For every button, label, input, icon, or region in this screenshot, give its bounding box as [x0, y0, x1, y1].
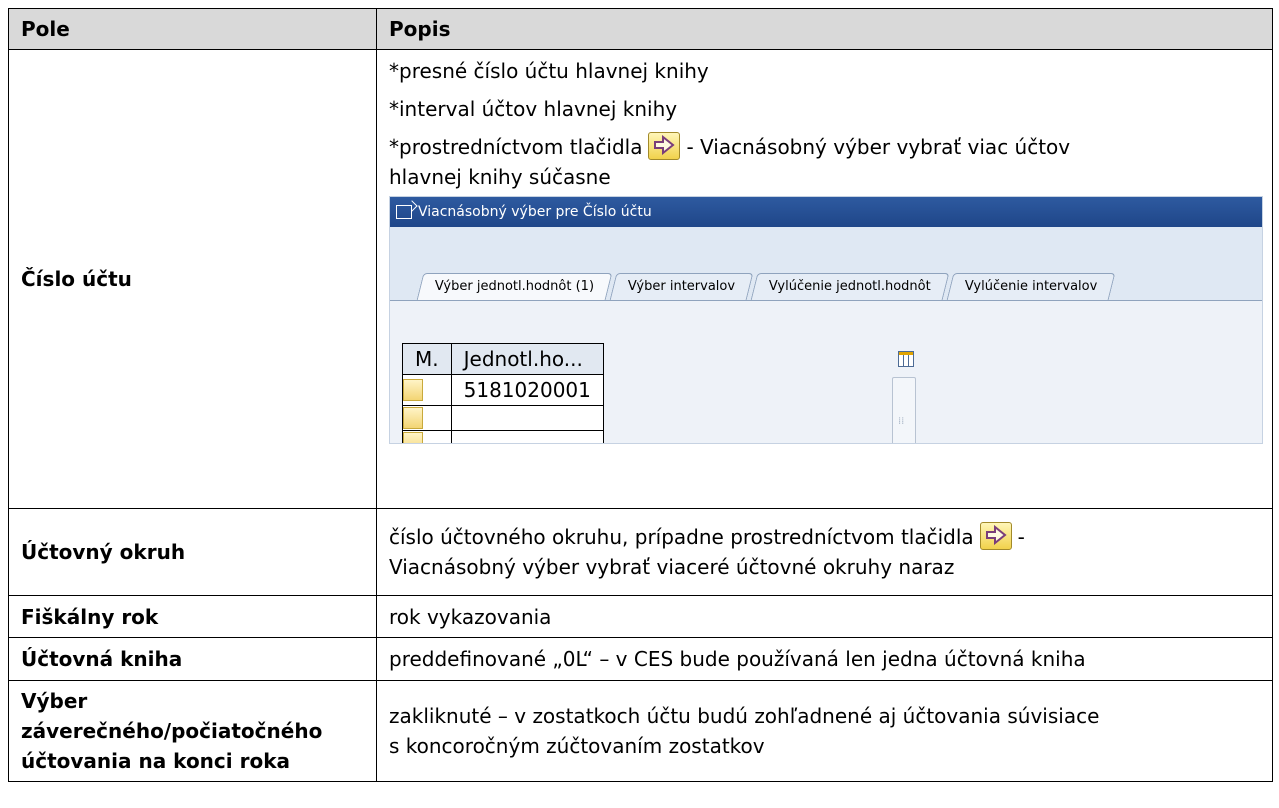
- field-name: Číslo účtu: [8, 49, 377, 509]
- dialog-icon: [396, 205, 412, 219]
- description-text: *prostredníctvom tlačidla: [389, 135, 643, 159]
- row-selector[interactable]: [402, 430, 452, 443]
- field-description: rok vykazovania: [376, 595, 1273, 638]
- tab-single-values[interactable]: Výber jednotl.hodnôt (1): [416, 273, 613, 300]
- header-description: Popis: [376, 8, 1273, 50]
- table-row: Fiškálny rok rok vykazovania: [8, 595, 1273, 638]
- row-selector[interactable]: [402, 374, 452, 406]
- tab-label: Vylúčenie jednotl.hodnôt: [769, 279, 932, 294]
- field-name-line: účtovania na konci roka: [21, 749, 290, 773]
- tab-label: Výber jednotl.hodnôt (1): [434, 279, 595, 294]
- tab-label: Vylúčenie intervalov: [965, 279, 1098, 294]
- multiple-selection-arrow-icon: [979, 522, 1012, 550]
- field-name: Účtovný okruh: [8, 508, 377, 596]
- table-row: Výber záverečného/počiatočného účtovania…: [8, 680, 1273, 782]
- vertical-scrollbar[interactable]: [892, 377, 916, 443]
- grid-row: [402, 405, 604, 431]
- description-line: *prostredníctvom tlačidla - Viacnásobný v…: [389, 132, 1260, 162]
- row-selector[interactable]: [402, 405, 452, 431]
- field-description: *presné číslo účtu hlavnej knihy *interv…: [376, 49, 1273, 509]
- table-row: Účtovný okruh číslo účtovného okruhu, pr…: [8, 508, 1273, 596]
- description-line: *interval účtov hlavnej knihy: [389, 97, 678, 121]
- tab-label: Výber intervalov: [628, 279, 736, 294]
- description-line: zakliknuté – v zostatkoch účtu budú zohľ…: [389, 704, 1100, 728]
- grid-value-cell[interactable]: [450, 405, 604, 431]
- field-description: preddefinované „0L“ – v CES bude používa…: [376, 637, 1273, 681]
- tab-intervals[interactable]: Výber intervalov: [609, 273, 754, 300]
- dialog-tabs: Výber jednotl.hodnôt (1) Výber intervalo…: [416, 273, 1117, 300]
- grid-row: 5181020001: [402, 374, 604, 406]
- description-line: číslo účtovného okruhu, prípadne prostre…: [389, 522, 1260, 552]
- description-line: Viacnásobný výber vybrať viaceré účtovné…: [389, 555, 955, 579]
- field-description: číslo účtovného okruhu, prípadne prostre…: [376, 508, 1273, 596]
- grid-value-cell[interactable]: 5181020001: [450, 374, 604, 406]
- field-name: Fiškálny rok: [8, 595, 377, 638]
- grid-header-m: M.: [402, 343, 452, 375]
- tab-exclude-intervals[interactable]: Vylúčenie intervalov: [946, 273, 1117, 300]
- description-text: - Viacnásobný výber vybrať viac účtov: [686, 135, 1071, 159]
- description-line: s koncoročným zúčtovaním zostatkov: [389, 734, 765, 758]
- grid-header-value: Jednotl.ho...: [450, 343, 604, 375]
- fields-table: Pole Popis Číslo účtu *presné číslo účtu…: [8, 8, 1273, 782]
- description-text: -: [1017, 525, 1025, 549]
- table-header-row: Pole Popis: [8, 8, 1273, 50]
- sap-dialog-screenshot: Viacnásobný výber pre Číslo účtu Výber j…: [389, 196, 1263, 444]
- grid-value-cell[interactable]: [450, 430, 604, 443]
- multiple-selection-arrow-icon: [648, 132, 681, 160]
- description-text: číslo účtovného okruhu, prípadne prostre…: [389, 525, 974, 549]
- field-description: zakliknuté – v zostatkoch účtu budú zohľ…: [376, 680, 1273, 782]
- dialog-title-bar: Viacnásobný výber pre Číslo účtu: [390, 197, 1262, 227]
- grid-row: [402, 430, 604, 443]
- dialog-title: Viacnásobný výber pre Číslo účtu: [418, 204, 652, 220]
- column-settings-icon[interactable]: [898, 351, 914, 367]
- table-row: Číslo účtu *presné číslo účtu hlavnej kn…: [8, 49, 1273, 509]
- field-name-line: Výber: [21, 689, 88, 713]
- field-name-line: záverečného/počiatočného: [21, 719, 323, 743]
- grid-header-row: M. Jednotl.ho...: [402, 343, 604, 375]
- values-grid: M. Jednotl.ho... 5181020001: [402, 343, 604, 443]
- description-line: *presné číslo účtu hlavnej knihy: [389, 59, 709, 83]
- field-name: Účtovná kniha: [8, 637, 377, 681]
- tab-exclude-single-values[interactable]: Vylúčenie jednotl.hodnôt: [750, 273, 950, 300]
- header-field: Pole: [8, 8, 377, 50]
- table-row: Účtovná kniha preddefinované „0L“ – v CE…: [8, 637, 1273, 681]
- description-line: hlavnej knihy súčasne: [389, 165, 611, 189]
- field-name: Výber záverečného/počiatočného účtovania…: [8, 680, 377, 782]
